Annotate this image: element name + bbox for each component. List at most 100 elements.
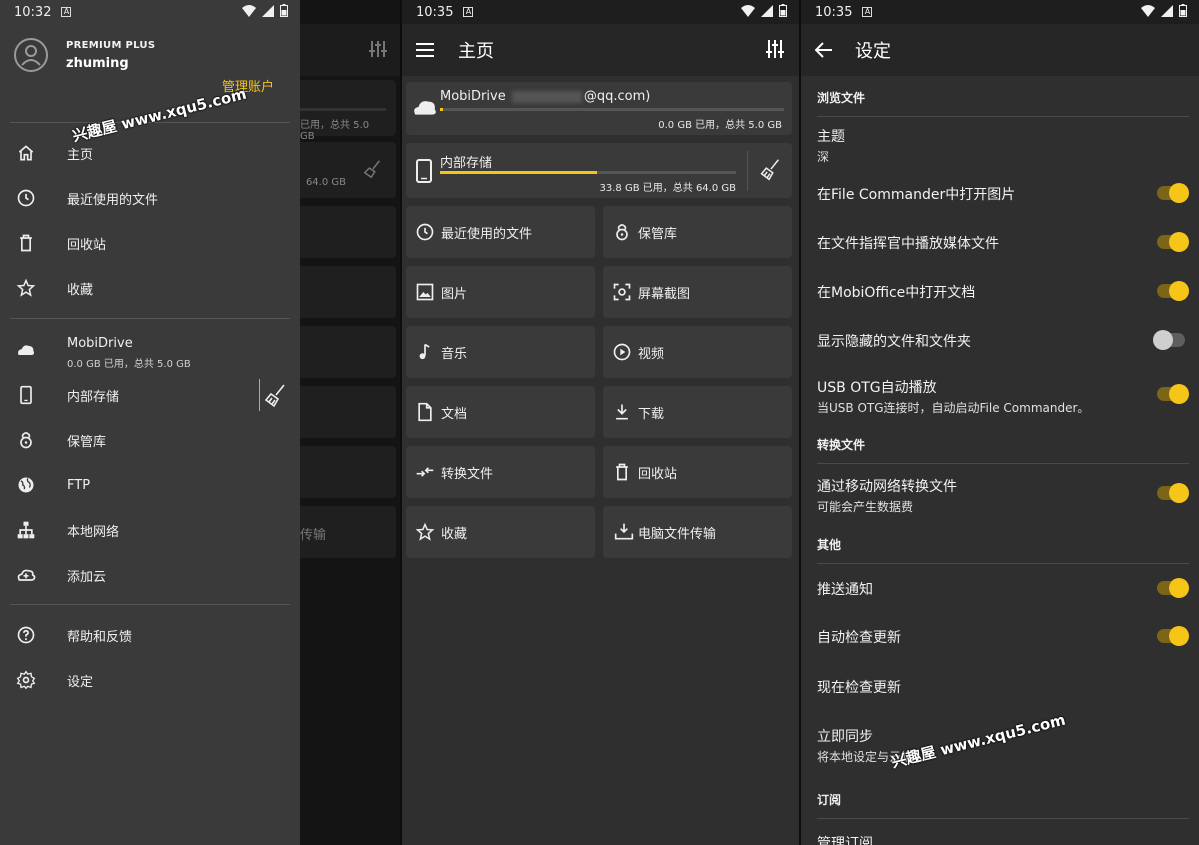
dimmed-card (300, 446, 396, 498)
status-notification-icon: A (862, 7, 873, 17)
drawer-item-add-cloud[interactable]: 添加云 (0, 553, 300, 598)
toggle-open-mobioffice[interactable] (1157, 281, 1189, 301)
tile-music[interactable]: 音乐 (406, 326, 595, 378)
image-icon (416, 283, 434, 301)
tile-recent[interactable]: 最近使用的文件 (406, 206, 595, 258)
tile-documents[interactable]: 文档 (406, 386, 595, 438)
page-title: 主页 (458, 41, 494, 62)
divider (817, 818, 1189, 819)
tile-screenshots[interactable]: 屏幕截图 (603, 266, 792, 318)
drawer-item-settings[interactable]: 设定 (0, 658, 300, 703)
tile-vault[interactable]: 保管库 (603, 206, 792, 258)
transfer-icon (416, 467, 434, 477)
drawer-item-ftp[interactable]: FTP (0, 463, 300, 508)
toggle-play-media[interactable] (1157, 232, 1189, 252)
storage-bar (440, 108, 784, 111)
dimmed-usage: 64.0 GB (305, 177, 346, 188)
help-icon (17, 626, 35, 644)
star-icon (415, 522, 435, 541)
setting-title: 管理订阅 (817, 836, 873, 845)
drawer-item-help[interactable]: 帮助和反馈 (0, 613, 300, 658)
toggle-auto-update[interactable] (1157, 626, 1189, 646)
menu-icon[interactable] (416, 42, 436, 58)
tile-label: 收藏 (441, 527, 468, 542)
tile-downloads[interactable]: 下载 (603, 386, 792, 438)
drawer-item-home[interactable]: 主页 (0, 131, 300, 176)
tile-label: 屏幕截图 (638, 287, 691, 302)
settings-screen: 10:35 A 设定 浏览文件 主题 深 在File Commander中打开图… (801, 0, 1199, 845)
redacted-email (511, 90, 582, 103)
status-time: 10:35 (416, 4, 454, 20)
drawer-item-label: 本地网络 (67, 525, 120, 540)
drawer-item-label: 最近使用的文件 (67, 193, 159, 208)
setting-mobile-transfer[interactable]: 通过移动网络转换文件 可能会产生数据费 (817, 476, 1189, 515)
storage-usage: 0.0 GB 已用，总共 5.0 GB (658, 120, 782, 131)
setting-title: 推送通知 (817, 582, 873, 598)
setting-title: 显示隐藏的文件和文件夹 (817, 334, 971, 350)
storage-name: MobiDrive (440, 89, 506, 104)
section-header: 转换文件 (817, 438, 866, 452)
drawer-item-recent[interactable]: 最近使用的文件 (0, 176, 300, 221)
drawer-item-label: FTP (67, 478, 91, 493)
setting-usb-otg[interactable]: USB OTG自动播放 当USB OTG连接时，自动启动File Command… (817, 377, 1189, 416)
filter-icon[interactable] (765, 38, 785, 60)
tile-label: 下载 (638, 407, 665, 422)
drawer-item-internal-storage[interactable]: 内部存储 (0, 373, 300, 418)
back-arrow-icon[interactable] (815, 42, 833, 58)
settings-icon (16, 670, 36, 690)
drawer-item-label: 保管库 (67, 435, 107, 450)
cloud-add-icon (17, 569, 36, 581)
signal-icon (761, 4, 773, 17)
toggle-mobile-transfer[interactable] (1157, 483, 1189, 503)
avatar-icon[interactable] (14, 38, 48, 72)
setting-manage-subscription[interactable]: 管理订阅 (817, 833, 1189, 845)
vault-icon (20, 432, 32, 449)
status-time: 10:32 (14, 4, 52, 20)
drawer-item-label: MobiDrive (67, 336, 133, 351)
section-header: 订阅 (817, 793, 842, 807)
setting-check-update-now[interactable]: 现在检查更新 (817, 677, 1189, 697)
toggle-usb-otg[interactable] (1157, 384, 1189, 404)
toggle-open-images[interactable] (1157, 183, 1189, 203)
tile-images[interactable]: 图片 (406, 266, 595, 318)
dimmed-card (300, 326, 396, 378)
setting-play-media[interactable]: 在文件指挥官中播放媒体文件 (817, 233, 1189, 253)
app-bar: 主页 (402, 24, 799, 76)
mobidrive-card[interactable]: MobiDrive @qq.com) 0.0 GB 已用，总共 5.0 GB (406, 82, 792, 135)
tile-pc-transfer[interactable]: 电脑文件传输 (603, 506, 792, 558)
network-icon (17, 521, 35, 539)
tile-transfer[interactable]: 转换文件 (406, 446, 595, 498)
pc-transfer-icon (614, 523, 634, 540)
toggle-push-notifications[interactable] (1157, 578, 1189, 598)
tile-label: 视频 (638, 347, 665, 362)
drawer-item-local-network[interactable]: 本地网络 (0, 508, 300, 553)
tile-video[interactable]: 视频 (603, 326, 792, 378)
broom-icon[interactable] (756, 156, 784, 184)
drawer-item-label: 收藏 (67, 283, 94, 298)
status-notification-icon: A (463, 7, 474, 17)
setting-title: 通过移动网络转换文件 (817, 479, 957, 495)
setting-push-notifications[interactable]: 推送通知 (817, 579, 1189, 599)
separator (747, 151, 748, 191)
toggle-show-hidden[interactable] (1153, 330, 1185, 350)
wifi-icon (242, 4, 256, 17)
dimmed-appbar (300, 24, 400, 76)
drawer-item-favorites[interactable]: 收藏 (0, 266, 300, 311)
setting-open-images[interactable]: 在File Commander中打开图片 (817, 184, 1189, 204)
tile-trash[interactable]: 回收站 (603, 446, 792, 498)
drawer-item-trash[interactable]: 回收站 (0, 221, 300, 266)
divider (10, 318, 290, 319)
internal-storage-card[interactable]: 内部存储 33.8 GB 已用，总共 64.0 GB (406, 143, 792, 198)
battery-icon (1179, 4, 1187, 17)
storage-usage: 33.8 GB 已用，总共 64.0 GB (599, 183, 736, 194)
setting-theme[interactable]: 主题 深 (817, 126, 1189, 165)
tile-favorites[interactable]: 收藏 (406, 506, 595, 558)
drawer-item-mobidrive[interactable]: MobiDrive 0.0 GB 已用，总共 5.0 GB (0, 328, 300, 373)
setting-auto-update[interactable]: 自动检查更新 (817, 627, 1189, 647)
broom-icon[interactable] (260, 381, 290, 411)
setting-show-hidden[interactable]: 显示隐藏的文件和文件夹 (817, 331, 1189, 351)
drawer-item-vault[interactable]: 保管库 (0, 418, 300, 463)
setting-open-mobioffice[interactable]: 在MobiOffice中打开文档 (817, 282, 1189, 302)
tile-label: 文档 (441, 407, 468, 422)
dimmed-card (300, 206, 396, 258)
